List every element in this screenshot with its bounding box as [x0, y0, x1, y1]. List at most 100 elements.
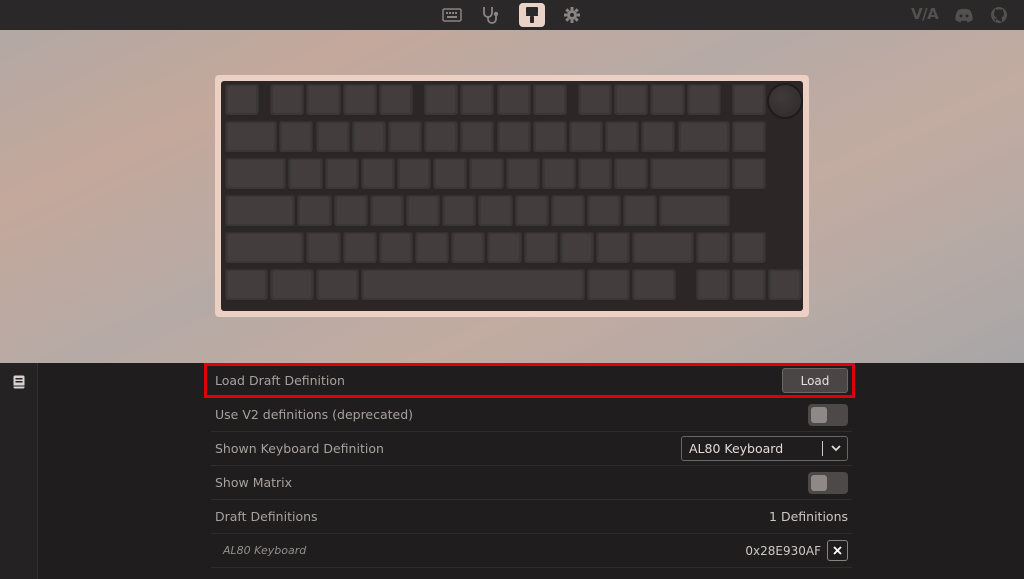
keycap[interactable]	[424, 84, 459, 118]
load-draft-row: Load Draft Definition Load	[211, 363, 852, 398]
keycap[interactable]	[396, 158, 432, 192]
keycap[interactable]	[369, 195, 404, 229]
keycap[interactable]	[677, 121, 730, 155]
keycap[interactable]	[442, 195, 477, 229]
keycap[interactable]	[324, 158, 359, 192]
keycap[interactable]	[731, 269, 766, 303]
keycap[interactable]	[550, 195, 585, 229]
keycap[interactable]	[306, 84, 341, 118]
stethoscope-icon[interactable]	[478, 3, 504, 27]
keycap[interactable]	[360, 269, 585, 303]
keycap[interactable]	[686, 84, 721, 118]
keycap[interactable]	[451, 232, 486, 266]
keycap[interactable]	[333, 195, 368, 229]
keycap[interactable]	[360, 158, 395, 192]
keycap[interactable]	[532, 84, 567, 118]
shown-definition-label: Shown Keyboard Definition	[215, 441, 384, 456]
keycap[interactable]	[768, 269, 803, 303]
keycap[interactable]	[731, 121, 766, 155]
keycap[interactable]	[315, 269, 359, 303]
keycap[interactable]	[460, 121, 495, 155]
keycap[interactable]	[288, 158, 323, 192]
keycap[interactable]	[505, 158, 540, 192]
keyboard-definition-select[interactable]: AL80 Keyboard	[681, 436, 848, 461]
keycap[interactable]	[487, 232, 522, 266]
keycap[interactable]	[587, 195, 622, 229]
keycap[interactable]	[514, 195, 549, 229]
keycap[interactable]	[577, 158, 613, 192]
keycap[interactable]	[225, 269, 269, 303]
github-icon[interactable]	[986, 3, 1012, 27]
keycap[interactable]	[378, 232, 414, 266]
keycap[interactable]	[387, 121, 423, 155]
keycap[interactable]	[469, 158, 504, 192]
keycap[interactable]	[659, 195, 730, 229]
keycap[interactable]	[225, 232, 305, 266]
top-nav-bar: V/A	[0, 0, 1024, 30]
keycap[interactable]	[731, 232, 766, 266]
keycap[interactable]	[650, 84, 685, 118]
use-v2-row: Use V2 definitions (deprecated)	[211, 398, 852, 432]
keycap[interactable]	[351, 121, 386, 155]
keycap[interactable]	[460, 84, 495, 118]
keycap[interactable]	[225, 121, 278, 155]
keycap[interactable]	[695, 269, 730, 303]
keycap[interactable]	[406, 195, 441, 229]
show-matrix-row: Show Matrix	[211, 466, 852, 500]
paintbrush-icon[interactable]	[519, 3, 545, 27]
keycap[interactable]	[342, 232, 377, 266]
toggle-thumb	[811, 406, 827, 423]
draft-definitions-label: Draft Definitions	[215, 509, 318, 524]
keycap[interactable]	[378, 84, 414, 118]
book-icon[interactable]	[12, 375, 26, 389]
select-value: AL80 Keyboard	[689, 441, 784, 456]
discord-icon[interactable]	[951, 3, 977, 27]
side-menu	[0, 363, 38, 579]
keyboard-icon[interactable]	[439, 3, 465, 27]
keycap[interactable]	[695, 232, 730, 266]
keycap[interactable]	[641, 121, 676, 155]
keycap[interactable]	[568, 121, 604, 155]
keycap[interactable]	[225, 84, 260, 118]
keycap[interactable]	[623, 195, 658, 229]
keycap[interactable]	[315, 121, 350, 155]
keycap[interactable]	[424, 121, 459, 155]
use-v2-toggle[interactable]	[808, 403, 848, 426]
load-button[interactable]: Load	[782, 368, 848, 393]
keycap[interactable]	[496, 84, 531, 118]
keycap[interactable]	[225, 195, 296, 229]
keycap[interactable]	[632, 269, 676, 303]
keycap[interactable]	[559, 232, 595, 266]
keycap[interactable]	[496, 121, 531, 155]
keycap[interactable]	[614, 84, 649, 118]
rotary-knob[interactable]	[769, 85, 801, 117]
keycap[interactable]	[632, 232, 694, 266]
keycap[interactable]	[478, 195, 513, 229]
keycap[interactable]	[605, 121, 640, 155]
keycap[interactable]	[614, 158, 649, 192]
keycap[interactable]	[306, 232, 341, 266]
keycap[interactable]	[225, 158, 287, 192]
keycap[interactable]	[587, 269, 631, 303]
draft-definitions-count: 1 Definitions	[769, 509, 848, 524]
draft-item-id: 0x28E930AF	[745, 543, 821, 558]
show-matrix-toggle[interactable]	[808, 471, 848, 494]
keycap[interactable]	[731, 158, 766, 192]
keycap[interactable]	[650, 158, 730, 192]
keycap[interactable]	[415, 232, 450, 266]
keycap[interactable]	[433, 158, 468, 192]
keycap[interactable]	[577, 84, 613, 118]
keycap[interactable]	[342, 84, 377, 118]
keycap[interactable]	[270, 84, 305, 118]
keycap[interactable]	[731, 84, 766, 118]
keycap[interactable]	[279, 121, 314, 155]
remove-draft-button[interactable]	[827, 540, 848, 561]
keycap[interactable]	[532, 121, 567, 155]
keycap[interactable]	[523, 232, 558, 266]
chevron-down-icon[interactable]	[831, 444, 841, 452]
keycap[interactable]	[297, 195, 332, 229]
keycap[interactable]	[596, 232, 631, 266]
keycap[interactable]	[270, 269, 314, 303]
gear-icon[interactable]	[559, 3, 585, 27]
keycap[interactable]	[541, 158, 576, 192]
